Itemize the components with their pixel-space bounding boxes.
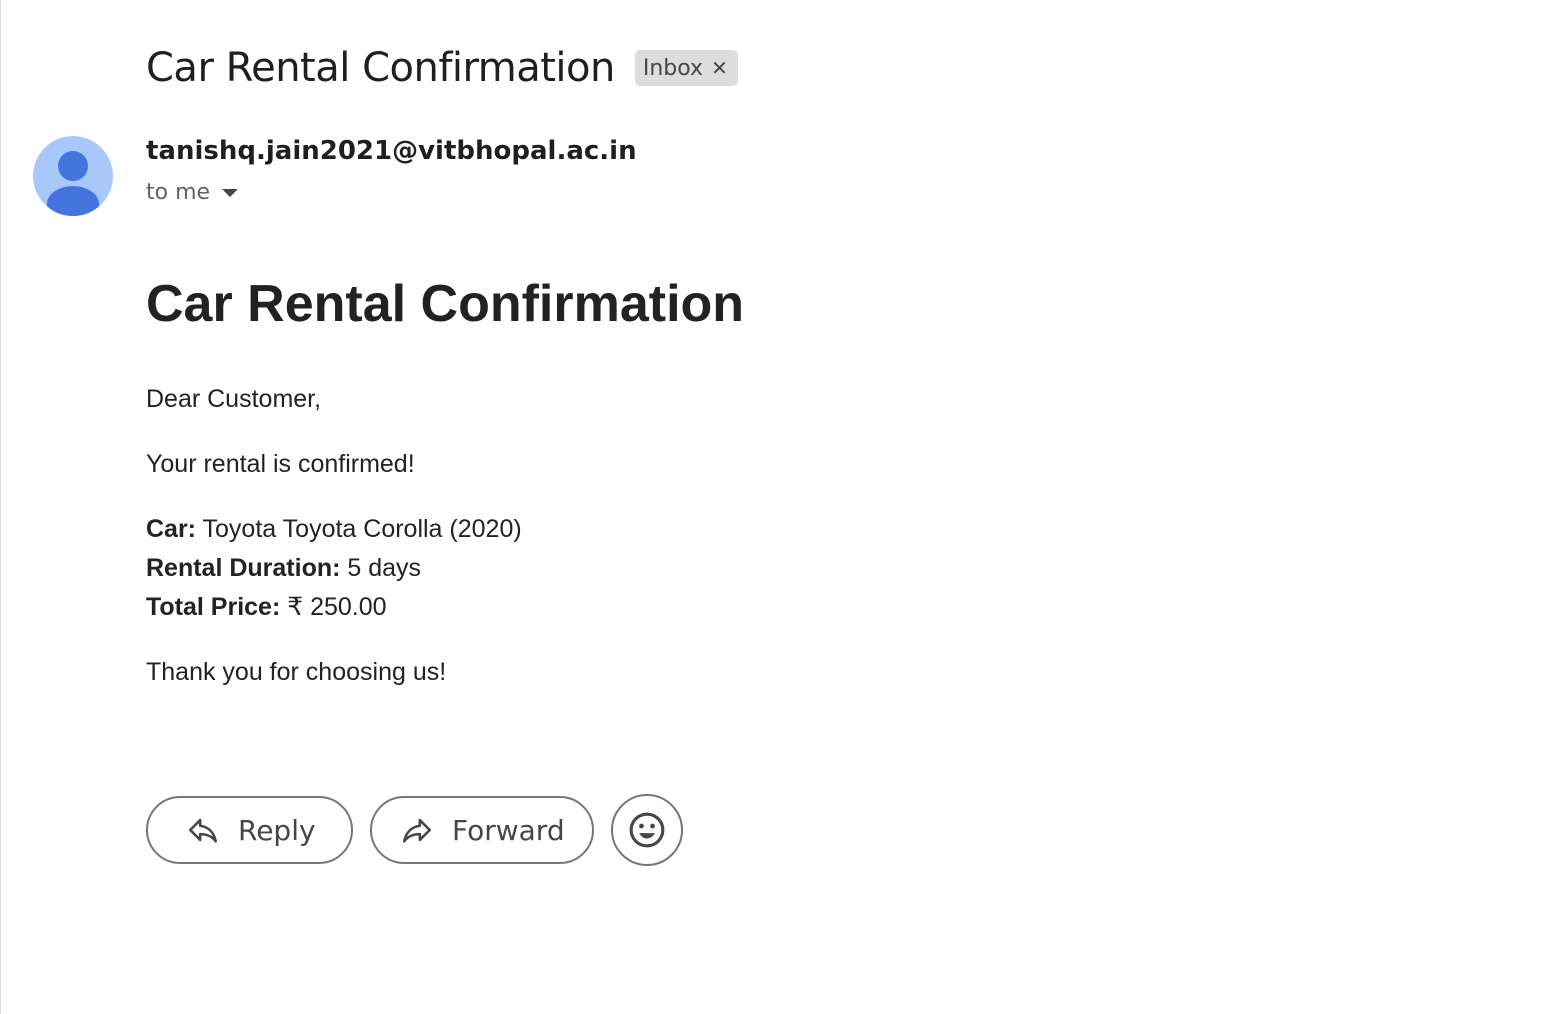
car-label: Car: xyxy=(146,515,197,543)
person-icon xyxy=(47,151,99,216)
forward-icon xyxy=(400,813,434,847)
subject-row: Car Rental Confirmation Inbox ✕ xyxy=(146,40,738,96)
smiley-icon xyxy=(629,812,665,848)
chevron-down-icon[interactable] xyxy=(222,188,239,197)
duration-line: Rental Duration: 5 days xyxy=(146,554,421,582)
car-value: Toyota Toyota Corolla (2020) xyxy=(196,515,522,543)
duration-label: Rental Duration: xyxy=(146,554,341,582)
sender-email[interactable]: tanishq.jain2021@vitbhopal.ac.in xyxy=(146,136,637,166)
duration-value: 5 days xyxy=(340,554,422,582)
action-bar: Reply Forward xyxy=(146,794,683,866)
confirmation-text: Your rental is confirmed! xyxy=(146,450,415,478)
reply-button[interactable]: Reply xyxy=(146,796,353,864)
reply-label: Reply xyxy=(238,813,316,847)
price-label: Total Price: xyxy=(146,593,281,621)
greeting-text: Dear Customer, xyxy=(146,385,322,413)
left-border xyxy=(0,0,1,1014)
inbox-label-text: Inbox xyxy=(642,55,704,81)
forward-label: Forward xyxy=(452,813,565,847)
car-line: Car: Toyota Toyota Corolla (2020) xyxy=(146,515,522,543)
email-subject: Car Rental Confirmation xyxy=(146,45,615,91)
emoji-reaction-button[interactable] xyxy=(611,794,683,866)
body-heading: Car Rental Confirmation xyxy=(146,275,745,333)
price-line: Total Price: ₹ 250.00 xyxy=(146,593,387,621)
inbox-label-chip[interactable]: Inbox ✕ xyxy=(634,50,738,86)
avatar[interactable] xyxy=(33,136,113,216)
recipient-text: to me xyxy=(146,180,211,205)
price-value: ₹ 250.00 xyxy=(280,593,387,621)
rental-details: Car: Toyota Toyota Corolla (2020) Rental… xyxy=(146,510,522,627)
forward-button[interactable]: Forward xyxy=(370,796,594,864)
close-icon[interactable]: ✕ xyxy=(711,58,728,78)
closing-text: Thank you for choosing us! xyxy=(146,658,447,686)
reply-icon xyxy=(186,813,220,847)
recipient-row: to me xyxy=(146,180,239,205)
